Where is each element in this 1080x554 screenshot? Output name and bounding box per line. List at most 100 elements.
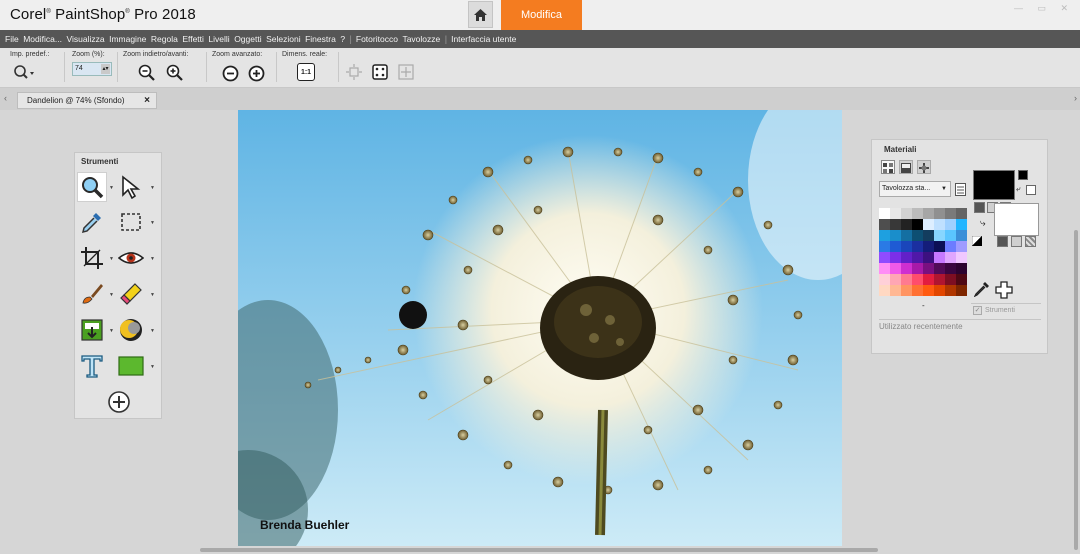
zoom-tool[interactable] xyxy=(77,172,107,202)
swap-colors-icon[interactable]: ⤶ xyxy=(1016,184,1020,194)
color-swatch[interactable] xyxy=(923,230,934,241)
menu-livelli[interactable]: Livelli xyxy=(208,34,229,44)
color-swatch[interactable] xyxy=(934,285,945,296)
color-swatch[interactable] xyxy=(890,230,901,241)
strumenti-checkbox[interactable]: ✓ Strumenti xyxy=(973,306,1015,315)
color-swatch[interactable] xyxy=(901,208,912,219)
color-swatch[interactable] xyxy=(934,241,945,252)
actual-size-button[interactable]: 1:1 xyxy=(297,63,315,81)
menu-help[interactable]: ? xyxy=(340,34,345,44)
background-color-swatch[interactable] xyxy=(994,203,1039,236)
color-swatch[interactable] xyxy=(879,241,890,252)
color-swatch[interactable] xyxy=(912,252,923,263)
menu-immagine[interactable]: Immagine xyxy=(109,34,146,44)
menu-tavolozze[interactable]: Tavolozze xyxy=(402,34,440,44)
home-button[interactable] xyxy=(468,1,493,28)
crop-tool[interactable] xyxy=(78,244,106,272)
chevron-down-icon[interactable]: ▼ xyxy=(150,256,155,262)
foreground-mini-swatch[interactable] xyxy=(1018,170,1028,180)
color-swatch[interactable] xyxy=(956,219,967,230)
add-tool-button[interactable] xyxy=(105,388,133,416)
background-pattern-button[interactable] xyxy=(1025,236,1036,247)
menu-file[interactable]: File xyxy=(5,34,19,44)
color-swatch[interactable] xyxy=(923,241,934,252)
window-controls[interactable]: — ▭ ✕ xyxy=(1014,3,1074,14)
color-swatch[interactable] xyxy=(879,252,890,263)
color-swatch[interactable] xyxy=(879,263,890,274)
chevron-down-icon[interactable]: ▼ xyxy=(109,185,114,191)
color-swatch[interactable] xyxy=(912,285,923,296)
color-swatch[interactable] xyxy=(901,219,912,230)
reset-colors-icon[interactable] xyxy=(972,236,982,246)
color-swatch[interactable] xyxy=(934,230,945,241)
zoom-advanced-out-button[interactable] xyxy=(220,63,240,83)
color-swatch[interactable] xyxy=(923,208,934,219)
menu-selezioni[interactable]: Selezioni xyxy=(266,34,301,44)
color-swatch[interactable] xyxy=(923,219,934,230)
color-swatch[interactable] xyxy=(912,219,923,230)
color-swatch[interactable] xyxy=(934,208,945,219)
tab-scroll-left-icon[interactable]: ‹ xyxy=(4,93,7,103)
color-swatch[interactable] xyxy=(923,274,934,285)
chevron-down-icon[interactable]: ▼ xyxy=(150,185,155,191)
dodge-tool[interactable] xyxy=(117,316,145,344)
color-swatch[interactable] xyxy=(912,230,923,241)
zoom-out-button[interactable] xyxy=(137,63,157,83)
color-swatch[interactable] xyxy=(945,230,956,241)
color-swatch[interactable] xyxy=(879,274,890,285)
color-swatch[interactable] xyxy=(890,274,901,285)
chevron-down-icon[interactable]: ▼ xyxy=(109,328,114,334)
color-swatch[interactable] xyxy=(890,208,901,219)
menu-oggetti[interactable]: Oggetti xyxy=(234,34,261,44)
color-swatch[interactable] xyxy=(912,274,923,285)
color-swatch[interactable] xyxy=(934,263,945,274)
color-swatch[interactable] xyxy=(890,252,901,263)
color-swatch[interactable] xyxy=(945,219,956,230)
color-swatch[interactable] xyxy=(879,219,890,230)
selection-tool[interactable] xyxy=(117,208,145,236)
zoom-spin-button[interactable]: ▴▾ xyxy=(101,64,110,74)
fill-tool[interactable] xyxy=(78,316,106,344)
color-swatch[interactable] xyxy=(945,241,956,252)
palette-select[interactable]: Tavolozza sta... ▼ xyxy=(879,181,951,197)
menu-interfaccia-utente[interactable]: Interfaccia utente xyxy=(451,34,516,44)
color-swatch[interactable] xyxy=(890,285,901,296)
color-swatch[interactable] xyxy=(945,252,956,263)
color-swatch[interactable] xyxy=(890,263,901,274)
fit-image-button[interactable] xyxy=(371,63,389,81)
color-swatch[interactable] xyxy=(934,219,945,230)
vertical-scroll-thumb[interactable] xyxy=(1074,230,1078,550)
rainbow-mode-button[interactable] xyxy=(899,160,913,174)
add-swatch-button[interactable] xyxy=(994,280,1014,300)
color-swatch[interactable] xyxy=(956,241,967,252)
menu-fotoritocco[interactable]: Fotoritocco xyxy=(356,34,398,44)
close-icon[interactable]: × xyxy=(144,93,150,108)
color-swatch[interactable] xyxy=(945,263,956,274)
color-swatch[interactable] xyxy=(956,230,967,241)
text-tool[interactable] xyxy=(78,352,106,380)
chevron-down-icon[interactable]: ▼ xyxy=(150,292,155,298)
color-swatch[interactable] xyxy=(934,252,945,263)
color-swatch[interactable] xyxy=(901,274,912,285)
swap-arrow-icon[interactable]: ⤷ xyxy=(980,218,986,229)
color-swatch-grid[interactable] xyxy=(879,208,967,296)
paintbrush-tool[interactable] xyxy=(78,280,106,308)
color-swatch[interactable] xyxy=(879,208,890,219)
color-swatch[interactable] xyxy=(901,263,912,274)
color-swatch[interactable] xyxy=(956,285,967,296)
chevron-down-icon[interactable]: ▼ xyxy=(150,364,155,370)
color-swatch[interactable] xyxy=(879,285,890,296)
color-swatch[interactable] xyxy=(901,285,912,296)
menu-regola[interactable]: Regola xyxy=(151,34,178,44)
chevron-down-icon[interactable]: ▼ xyxy=(150,328,155,334)
background-mini-swatch[interactable] xyxy=(1026,185,1036,195)
menu-modifica[interactable]: Modifica... xyxy=(23,34,62,44)
dropper-tool[interactable] xyxy=(78,208,106,236)
color-swatch[interactable] xyxy=(890,219,901,230)
menu-finestra[interactable]: Finestra xyxy=(305,34,336,44)
fit-selection-button[interactable] xyxy=(397,63,415,81)
color-swatch[interactable] xyxy=(945,208,956,219)
tab-scroll-right-icon[interactable]: › xyxy=(1074,93,1077,103)
palette-mode-button[interactable] xyxy=(881,160,895,174)
fit-window-button[interactable] xyxy=(345,63,363,81)
